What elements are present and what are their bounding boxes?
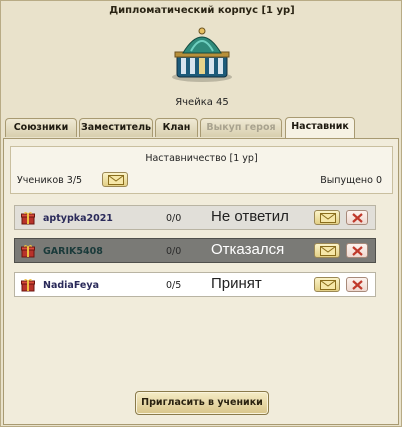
released-count: Выпущено 0 — [320, 175, 382, 186]
close-icon — [352, 246, 363, 256]
envelope-icon — [320, 246, 336, 256]
gift-icon — [21, 279, 35, 292]
student-name[interactable]: aptypka2021 — [43, 213, 113, 224]
mentorship-title: Наставничество [1 ур] — [145, 153, 258, 164]
student-status: Принят — [211, 275, 262, 292]
invite-student-button[interactable]: Пригласить в ученики — [135, 391, 269, 415]
student-row: NadiaFeya 0/5 Принят — [14, 272, 376, 297]
gift-icon — [21, 245, 35, 258]
student-name[interactable]: NadiaFeya — [43, 280, 99, 291]
cell-label: Ячейка 45 — [175, 97, 229, 108]
student-progress: 0/0 — [166, 213, 182, 224]
remove-student-button[interactable] — [346, 210, 368, 225]
mail-student-button[interactable] — [314, 210, 340, 225]
mentorship-summary: Наставничество [1 ур] Учеников 3/5 Выпущ… — [10, 146, 393, 194]
envelope-icon — [320, 280, 336, 290]
student-status: Не ответил — [211, 208, 289, 225]
students-count: Учеников 3/5 — [17, 175, 83, 186]
remove-student-button[interactable] — [346, 277, 368, 292]
diplomatic-corps-window: Дипломатический корпус [1 ур] Ячейка 45 … — [0, 0, 402, 427]
embassy-building-icon — [172, 27, 232, 82]
mail-student-button[interactable] — [314, 277, 340, 292]
gift-icon — [21, 212, 35, 225]
student-progress: 0/0 — [166, 246, 182, 257]
student-progress: 0/5 — [166, 280, 182, 291]
window-title: Дипломатический корпус [1 ур] — [109, 5, 295, 16]
remove-student-button[interactable] — [346, 243, 368, 258]
close-icon — [352, 213, 363, 223]
mail-student-button[interactable] — [314, 243, 340, 258]
envelope-icon — [320, 213, 336, 223]
tab-allies[interactable]: Союзники — [5, 118, 77, 137]
tab-hero-ransom[interactable]: Выкуп героя — [200, 118, 282, 137]
student-row: GARIK5408 0/0 Отказался — [14, 238, 376, 263]
tab-clan[interactable]: Клан — [155, 118, 198, 137]
mail-all-students-button[interactable] — [102, 172, 128, 187]
student-name[interactable]: GARIK5408 — [43, 246, 103, 257]
close-icon — [352, 280, 363, 290]
tab-mentor[interactable]: Наставник — [285, 117, 355, 138]
student-row: aptypka2021 0/0 Не ответил — [14, 205, 376, 230]
tab-deputy[interactable]: Заместитель — [79, 118, 153, 137]
student-status: Отказался — [211, 241, 285, 258]
envelope-icon — [108, 175, 124, 185]
